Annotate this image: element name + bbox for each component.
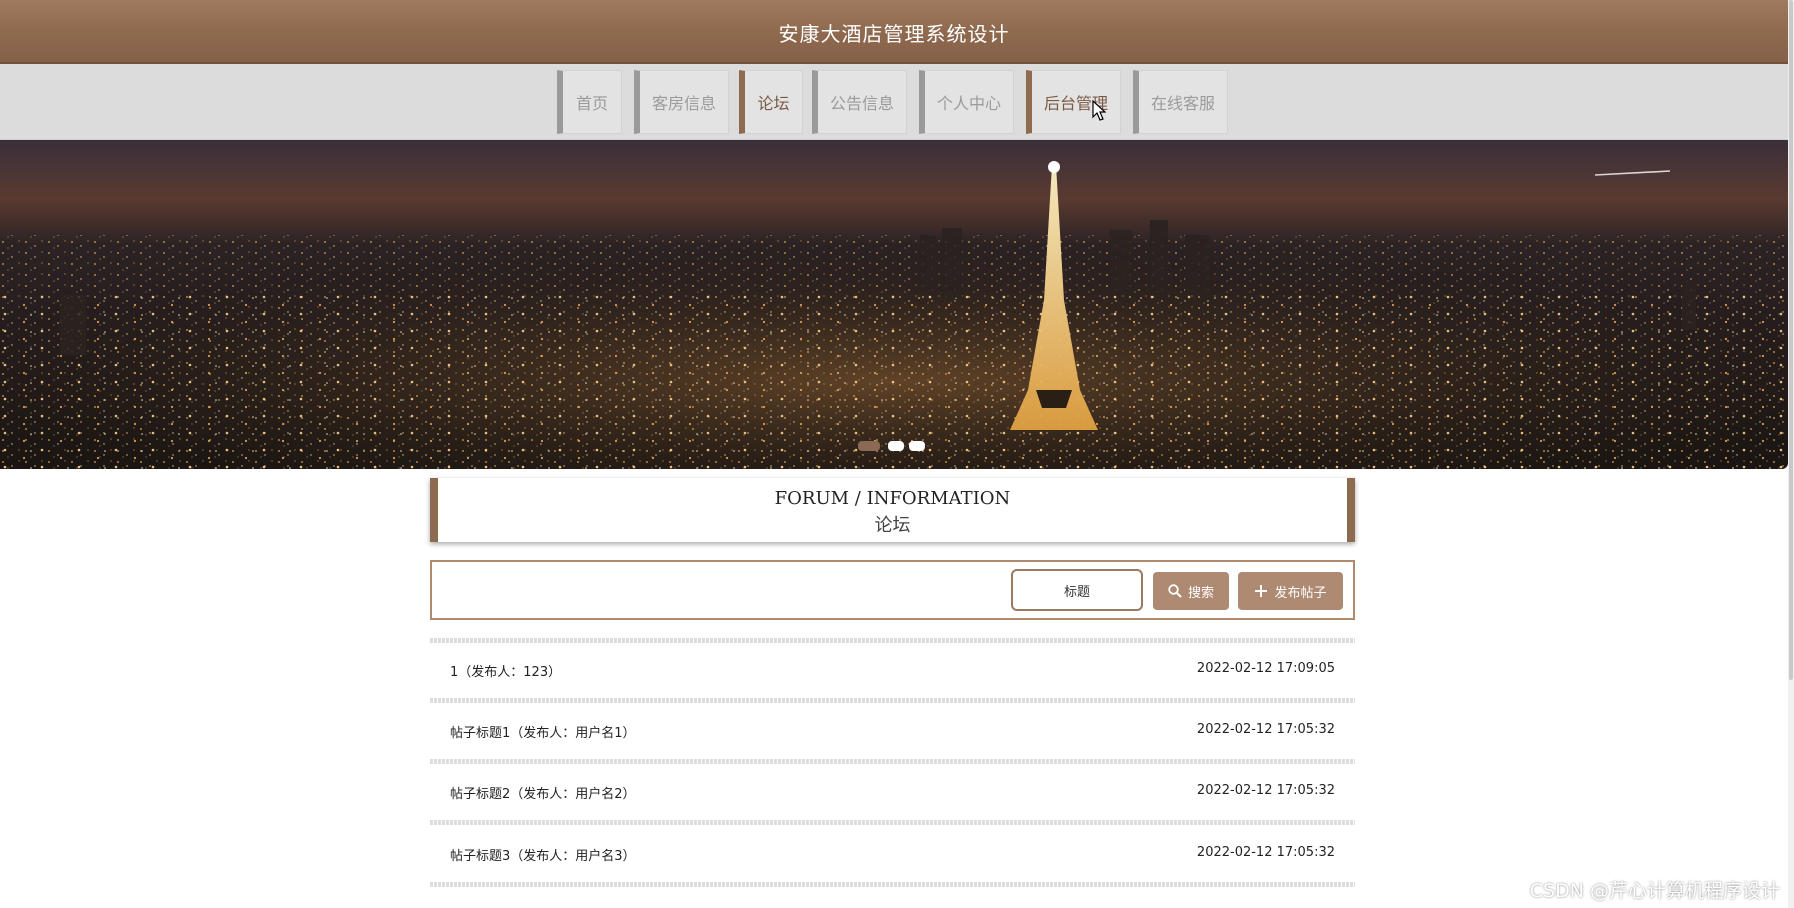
- divider: [430, 882, 1355, 887]
- nav-item-announcements[interactable]: 公告信息: [812, 70, 907, 134]
- carousel-dot[interactable]: [858, 441, 880, 451]
- watermark-text: CSDN @芹心计算机程序设计: [1529, 880, 1780, 902]
- list-item[interactable]: 帖子标题2（发布人：用户名2） 2022-02-12 17:05:32: [430, 774, 1355, 810]
- publish-button-label: 发布帖子: [1274, 584, 1327, 600]
- post-title[interactable]: 帖子标题2（发布人：用户名2）: [450, 783, 636, 802]
- post-time: 2022-02-12 17:05:32: [1196, 783, 1335, 798]
- list-item[interactable]: 1（发布人：123） 2022-02-12 17:09:05: [430, 652, 1355, 688]
- search-button-label: 搜索: [1187, 584, 1214, 600]
- nav-item-rooms[interactable]: 客房信息: [634, 70, 729, 134]
- city-night-image: [0, 140, 1788, 469]
- divider: [430, 698, 1355, 703]
- hero-banner[interactable]: [0, 140, 1788, 469]
- search-icon: [1168, 584, 1182, 598]
- page-scrollbar[interactable]: [1788, 0, 1794, 908]
- nav-item-label: 在线客服: [1150, 94, 1215, 113]
- section-title-cn: 论坛: [874, 515, 911, 536]
- nav-item-label: 公告信息: [829, 94, 894, 113]
- nav-item-online-service[interactable]: 在线客服: [1133, 70, 1228, 134]
- section-header: FORUM / INFORMATION 论坛: [430, 478, 1355, 542]
- plus-icon: [1255, 585, 1268, 597]
- nav-item-label: 个人中心: [936, 94, 1001, 113]
- scrollbar-thumb[interactable]: [1789, 0, 1793, 680]
- header-bar: 安康大酒店管理系统设计: [0, 0, 1788, 64]
- section-title-en: FORUM / INFORMATION: [774, 488, 1011, 509]
- nav-item-admin[interactable]: 后台管理: [1026, 70, 1121, 134]
- list-item[interactable]: 帖子标题3（发布人：用户名3） 2022-02-12 17:05:32: [430, 836, 1355, 872]
- search-button[interactable]: 搜索: [1153, 572, 1229, 610]
- nav-item-label: 客房信息: [651, 94, 716, 113]
- nav-item-home[interactable]: 首页: [557, 70, 622, 134]
- post-title[interactable]: 帖子标题3（发布人：用户名3）: [450, 845, 636, 864]
- divider: [430, 820, 1355, 825]
- nav-item-label: 首页: [575, 94, 608, 113]
- carousel-dot[interactable]: [888, 441, 904, 451]
- divider: [430, 638, 1355, 643]
- post-time: 2022-02-12 17:05:32: [1196, 722, 1335, 737]
- nav-item-personal-center[interactable]: 个人中心: [919, 70, 1014, 134]
- list-item[interactable]: 帖子标题1（发布人：用户名1） 2022-02-12 17:05:32: [430, 713, 1355, 749]
- title-search-input[interactable]: [1011, 569, 1143, 611]
- app-title: 安康大酒店管理系统设计: [778, 22, 1010, 46]
- divider: [430, 759, 1355, 764]
- publish-post-button[interactable]: 发布帖子: [1238, 572, 1343, 610]
- mouse-cursor-icon: [1092, 100, 1106, 121]
- main-nav: 首页 客房信息 论坛 公告信息 个人中心 后台管理 在线客服: [0, 64, 1788, 140]
- nav-item-forum[interactable]: 论坛: [739, 70, 803, 134]
- post-time: 2022-02-12 17:05:32: [1196, 845, 1335, 860]
- post-title[interactable]: 帖子标题1（发布人：用户名1）: [450, 722, 636, 741]
- carousel-dot[interactable]: [909, 441, 925, 451]
- post-time: 2022-02-12 17:09:05: [1196, 661, 1335, 676]
- nav-item-label: 论坛: [757, 94, 790, 113]
- post-title[interactable]: 1（发布人：123）: [450, 661, 561, 680]
